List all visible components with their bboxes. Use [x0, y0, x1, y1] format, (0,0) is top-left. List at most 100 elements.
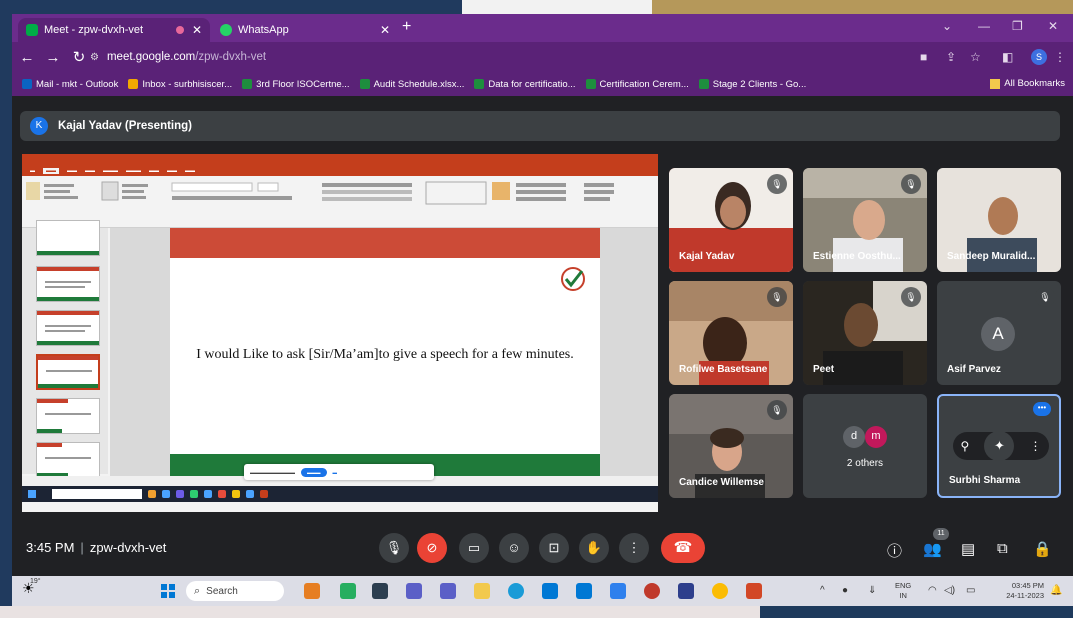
ppt-tab: ▬▬: [85, 168, 95, 174]
close-tab-icon[interactable]: ✕: [380, 23, 390, 37]
pin-icon[interactable]: ⚲: [961, 439, 970, 453]
present-button[interactable]: ⊡: [539, 533, 569, 563]
bookmark-star-icon[interactable]: ☆: [970, 50, 981, 64]
teams-icon[interactable]: [406, 583, 422, 599]
search-placeholder: Search: [206, 585, 238, 597]
close-tab-icon[interactable]: ✕: [192, 23, 202, 37]
show-hidden-icons[interactable]: ^: [820, 585, 825, 596]
all-bookmarks[interactable]: All Bookmarks: [990, 78, 1065, 89]
camera-off-button[interactable]: ⊘: [417, 533, 447, 563]
thumbnail-band: [37, 443, 62, 447]
meeting-info: 3:45 PM | zpw-dvxh-vet: [26, 540, 166, 555]
battery-icon[interactable]: ▭: [966, 585, 975, 596]
bookmark-data[interactable]: Data for certificatio...: [474, 79, 576, 90]
participant-tile[interactable]: 🎙 Kajal Yadav: [669, 168, 793, 272]
profile-avatar[interactable]: S: [1031, 49, 1047, 65]
share-icon[interactable]: ⇪: [946, 50, 956, 64]
slide-thumbnail[interactable]: [36, 398, 100, 434]
reload-icon[interactable]: ↻: [68, 48, 90, 66]
edge-icon[interactable]: [508, 583, 524, 599]
people-icon[interactable]: 👥: [923, 540, 942, 558]
bookmark-outlook[interactable]: Mail - mkt - Outlook: [22, 79, 118, 90]
side-panel-icon[interactable]: ◧: [1002, 50, 1013, 64]
participant-tile[interactable]: Sandeep Muralid...: [937, 168, 1061, 272]
presenting-banner: K Kajal Yadav (Presenting): [20, 111, 1060, 141]
taskbar-app-icon[interactable]: [304, 583, 320, 599]
teams-icon[interactable]: [440, 583, 456, 599]
slide-thumbnail[interactable]: [36, 442, 100, 478]
bookmark-audit[interactable]: Audit Schedule.xlsx...: [359, 79, 464, 90]
back-icon[interactable]: ←: [16, 49, 38, 66]
thumbnail-band: [37, 399, 68, 403]
taskbar-app-icon: [162, 490, 170, 498]
tray-app-icon[interactable]: ●: [842, 585, 848, 596]
bookmark-inbox[interactable]: Inbox - surbhisiscer...: [128, 79, 232, 90]
participant-tile[interactable]: 🎙 Candice Willemse: [669, 394, 793, 498]
system-clock[interactable]: 03:45 PM 24-11-2023: [990, 581, 1044, 601]
slide-thumbnails[interactable]: [22, 220, 108, 478]
slide-thumbnail[interactable]: [36, 310, 100, 346]
close-window-button[interactable]: ✕: [1048, 19, 1058, 33]
windows-start-icon[interactable]: [160, 583, 176, 599]
minimize-button[interactable]: —: [978, 19, 990, 33]
participant-tile[interactable]: 🎙 Peet: [803, 281, 927, 385]
end-call-button[interactable]: ☎: [661, 533, 705, 563]
camera-in-use-icon[interactable]: ■: [920, 50, 927, 64]
captions-button[interactable]: ▭: [459, 533, 489, 563]
new-tab-button[interactable]: +: [402, 18, 411, 36]
site-info-icon[interactable]: ⚙: [90, 52, 99, 63]
outlook-icon[interactable]: [576, 583, 592, 599]
taskbar-search[interactable]: ⌕ Search: [186, 581, 284, 601]
slide-thumbnail[interactable]: [36, 220, 100, 256]
ppt-tab: ▬: [30, 168, 35, 174]
notification-bell-icon[interactable]: 🔔: [1050, 585, 1062, 596]
bookmark-3rd-floor[interactable]: 3rd Floor ISOCertne...: [242, 79, 350, 90]
host-controls-icon[interactable]: 🔒: [1033, 540, 1052, 558]
address-bar[interactable]: ⚙ meet.google.com /zpw-dvxh-vet: [90, 46, 910, 68]
tab-search-icon[interactable]: ⌄: [942, 19, 952, 33]
taskbar-app-icon[interactable]: [610, 583, 626, 599]
kebab-menu-icon[interactable]: ⋮: [1029, 439, 1041, 453]
microphone-button[interactable]: 🎙: [379, 533, 409, 563]
usb-icon[interactable]: ⇓: [868, 585, 876, 596]
chrome-icon[interactable]: [712, 583, 728, 599]
tab-meet[interactable]: Meet - zpw-dvxh-vet ✕: [18, 18, 210, 42]
taskbar-app-icon[interactable]: [678, 583, 694, 599]
participant-tile-others[interactable]: d m 2 others: [803, 394, 927, 498]
hide-notice-button[interactable]: ▬: [333, 470, 338, 475]
taskbar-app-icon[interactable]: [340, 583, 356, 599]
tab-whatsapp[interactable]: WhatsApp ✕: [212, 18, 398, 42]
weather-temp: 19°: [30, 578, 41, 585]
more-options-icon[interactable]: •••: [1033, 402, 1051, 416]
ribbon-controls-icon: [26, 181, 614, 205]
menu-icon[interactable]: ⋮: [1054, 50, 1066, 64]
participant-tile[interactable]: 🎙 Rofilwe Basetsane: [669, 281, 793, 385]
slide-thumbnail-selected[interactable]: [36, 354, 100, 390]
participant-tile-self[interactable]: ••• ⚲ ✦ ⋮ Surbhi Sharma: [937, 394, 1061, 498]
file-explorer-icon[interactable]: [474, 583, 490, 599]
volume-icon[interactable]: ◁): [944, 585, 955, 596]
stop-sharing-button[interactable]: ▬▬▬: [301, 467, 327, 477]
more-options-button[interactable]: ⋮: [619, 533, 649, 563]
taskbar-app-icon[interactable]: [372, 583, 388, 599]
info-icon[interactable]: ⓘ: [887, 540, 902, 561]
ppt-titlebar: [22, 154, 658, 166]
raise-hand-button[interactable]: ✋: [579, 533, 609, 563]
chat-icon[interactable]: ▤: [961, 540, 975, 558]
forward-icon[interactable]: →: [42, 49, 64, 66]
bookmark-certification[interactable]: Certification Cerem...: [585, 79, 689, 90]
participant-tile[interactable]: 🎙 A Asif Parvez: [937, 281, 1061, 385]
language-indicator[interactable]: ENG IN: [895, 581, 911, 601]
participant-tile[interactable]: 🎙 Estienne Oosthu...: [803, 168, 927, 272]
maximize-button[interactable]: ❐: [1012, 19, 1023, 33]
effects-icon[interactable]: ✦: [984, 431, 1015, 461]
bookmark-stage2[interactable]: Stage 2 Clients - Go...: [698, 79, 806, 90]
wifi-icon[interactable]: ◠: [928, 585, 937, 596]
slide-thumbnail[interactable]: [36, 266, 100, 302]
shared-taskbar: [22, 486, 658, 502]
powerpoint-icon[interactable]: [746, 583, 762, 599]
emoji-button[interactable]: ☺: [499, 533, 529, 563]
activities-icon[interactable]: ⧉: [997, 540, 1008, 557]
taskbar-app-icon[interactable]: [644, 583, 660, 599]
store-icon[interactable]: [542, 583, 558, 599]
